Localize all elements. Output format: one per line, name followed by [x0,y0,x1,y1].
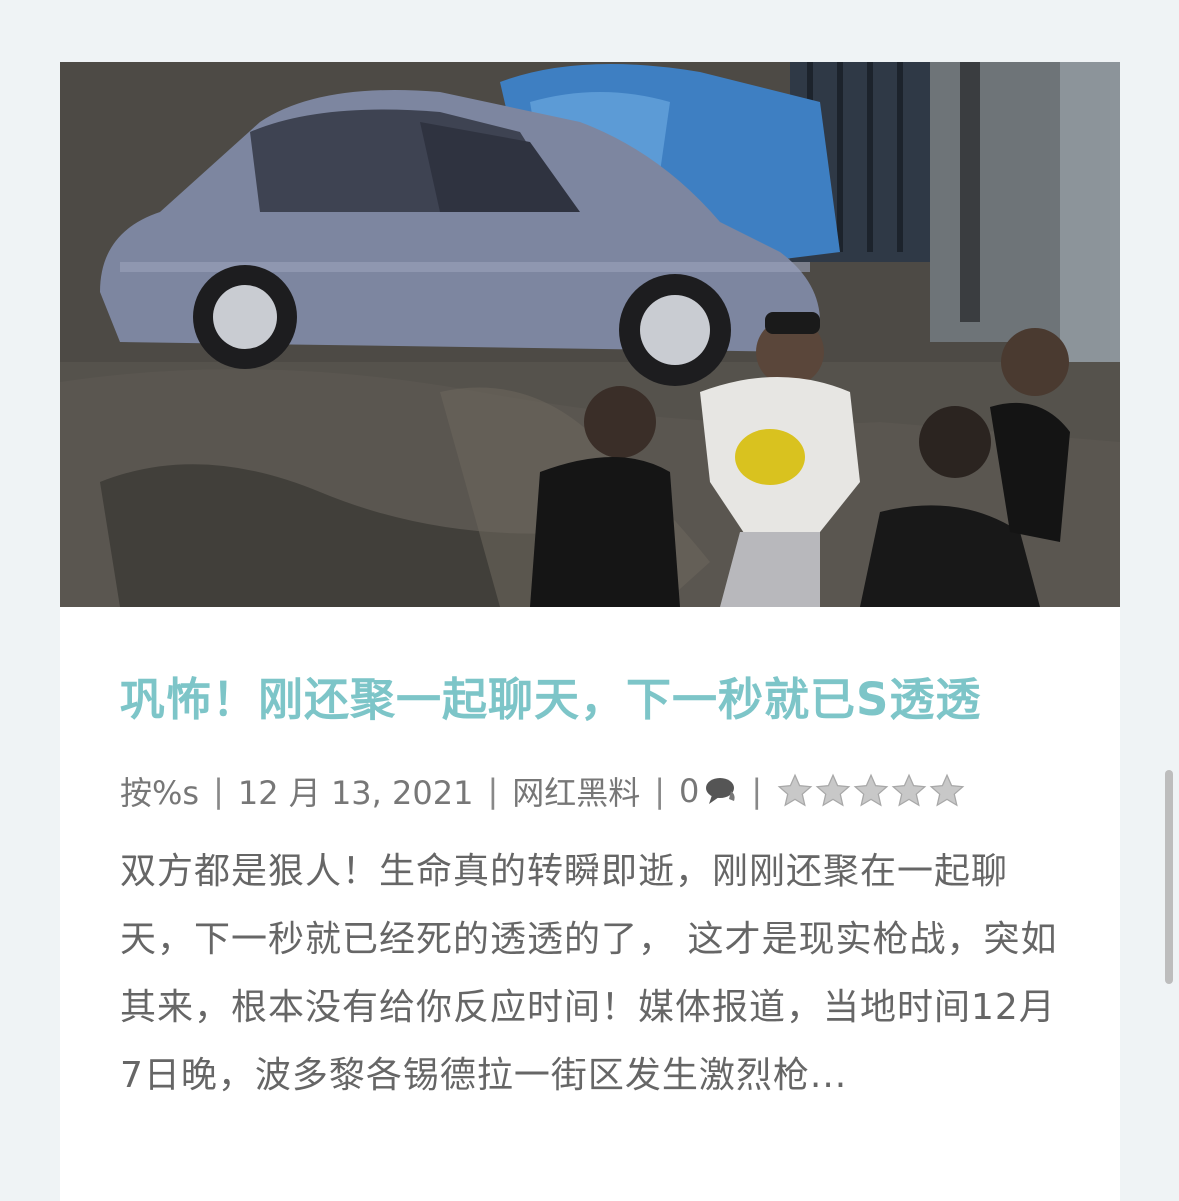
scrollbar-thumb[interactable] [1165,770,1173,984]
meta-separator: | [487,772,499,810]
comment-count: 0 [679,772,700,810]
post-comments-link[interactable]: 0 [679,772,737,810]
star-icon[interactable] [814,772,852,810]
post-meta: 按%s | 12 月 13, 2021 | 网红黑料 | 0 | [120,768,966,814]
meta-separator: | [751,772,763,810]
star-icon[interactable] [890,772,928,810]
post-excerpt: 双方都是狠人！生命真的转瞬即逝，刚刚还聚在一起聊天，下一秒就已经死的透透的了， … [120,851,1058,1096]
page: 巩怖！刚还聚一起聊天，下一秒就已S透透 按%s | 12 月 13, 2021 … [0,0,1179,1201]
post-author[interactable]: 按%s [120,768,199,814]
post-title[interactable]: 巩怖！刚还聚一起聊天，下一秒就已S透透 [120,668,1080,732]
comment-bubble-icon [706,778,735,804]
post-card: 巩怖！刚还聚一起聊天，下一秒就已S透透 按%s | 12 月 13, 2021 … [60,62,1120,1201]
post-category[interactable]: 网红黑料 [512,768,640,814]
post-date: 12 月 13, 2021 [237,774,474,812]
star-icon[interactable] [852,772,890,810]
meta-separator: | [654,772,666,810]
star-icon[interactable] [928,772,966,810]
meta-separator: | [213,772,224,810]
rating-stars[interactable] [776,772,966,810]
star-icon[interactable] [776,772,814,810]
post-thumbnail[interactable] [60,62,1120,607]
